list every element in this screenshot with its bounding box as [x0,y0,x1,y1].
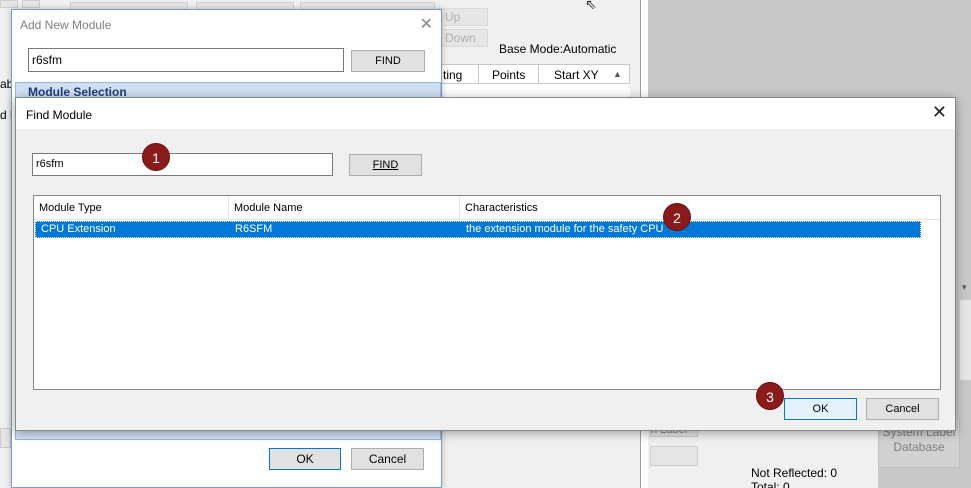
cancel-button[interactable]: Cancel [866,398,939,420]
dialog-title: Find Module [26,108,93,122]
callout-marker-3: 3 [756,382,784,410]
find-button-label: FIND [372,159,399,171]
find-button[interactable]: FIND [349,154,422,176]
dialog-title: Add New Module [20,18,112,32]
column-setting: ting [443,68,463,82]
right-scrollbar[interactable] [960,300,971,380]
up-button-label: Up [445,10,461,24]
column-start-xy: Start XY [554,68,599,82]
base-mode-label: Base Mode:Automatic [499,42,617,56]
cancel-button[interactable]: Cancel [351,448,424,470]
scroll-down-icon[interactable]: ▾ [962,282,967,293]
close-icon[interactable]: ✕ [932,102,947,123]
column-divider [478,65,479,84]
column-divider [538,65,539,84]
dialog-titlebar: Find Module ✕ [16,98,955,129]
not-reflected-count: Not Reflected: 0 [751,466,838,480]
cell-module-name: R6SFM [235,223,273,235]
module-search-input[interactable]: r6sfm [32,153,333,176]
column-module-type[interactable]: Module Type [34,196,229,220]
ok-button[interactable]: OK [784,398,857,420]
down-button-label: Down [445,31,476,45]
list-header: Module Type Module Name Characteristics [34,196,940,220]
toolbar-button [22,0,40,8]
table-row[interactable]: CPU Extension R6SFM the extension module… [35,221,921,238]
left-panel-button [0,428,11,448]
mouse-cursor-icon: ⇖ [585,0,597,12]
cell-characteristics: the extension module for the safety CPU [466,223,664,235]
close-icon[interactable]: ✕ [420,14,433,34]
column-module-name[interactable]: Module Name [229,196,460,220]
ok-button[interactable]: OK [269,448,341,470]
toolbar-button [0,0,18,8]
total-count: Total: 0 [751,480,790,488]
module-search-input[interactable]: r6sfm [28,48,344,72]
callout-marker-2: 2 [663,203,691,231]
callout-marker-1: 1 [142,143,170,171]
module-results-list[interactable]: Module Type Module Name Characteristics … [33,195,941,390]
cell-module-type: CPU Extension [41,223,116,235]
find-button[interactable]: FIND [351,50,425,72]
down-button[interactable]: Down [438,29,488,47]
column-points: Points [492,68,526,82]
module-table-header: ting Points Start XY ▲ [440,64,630,84]
module-table-body [440,84,630,98]
status-button[interactable] [650,446,698,466]
up-button[interactable]: Up [438,8,488,26]
scroll-up-icon[interactable]: ▲ [613,69,622,79]
